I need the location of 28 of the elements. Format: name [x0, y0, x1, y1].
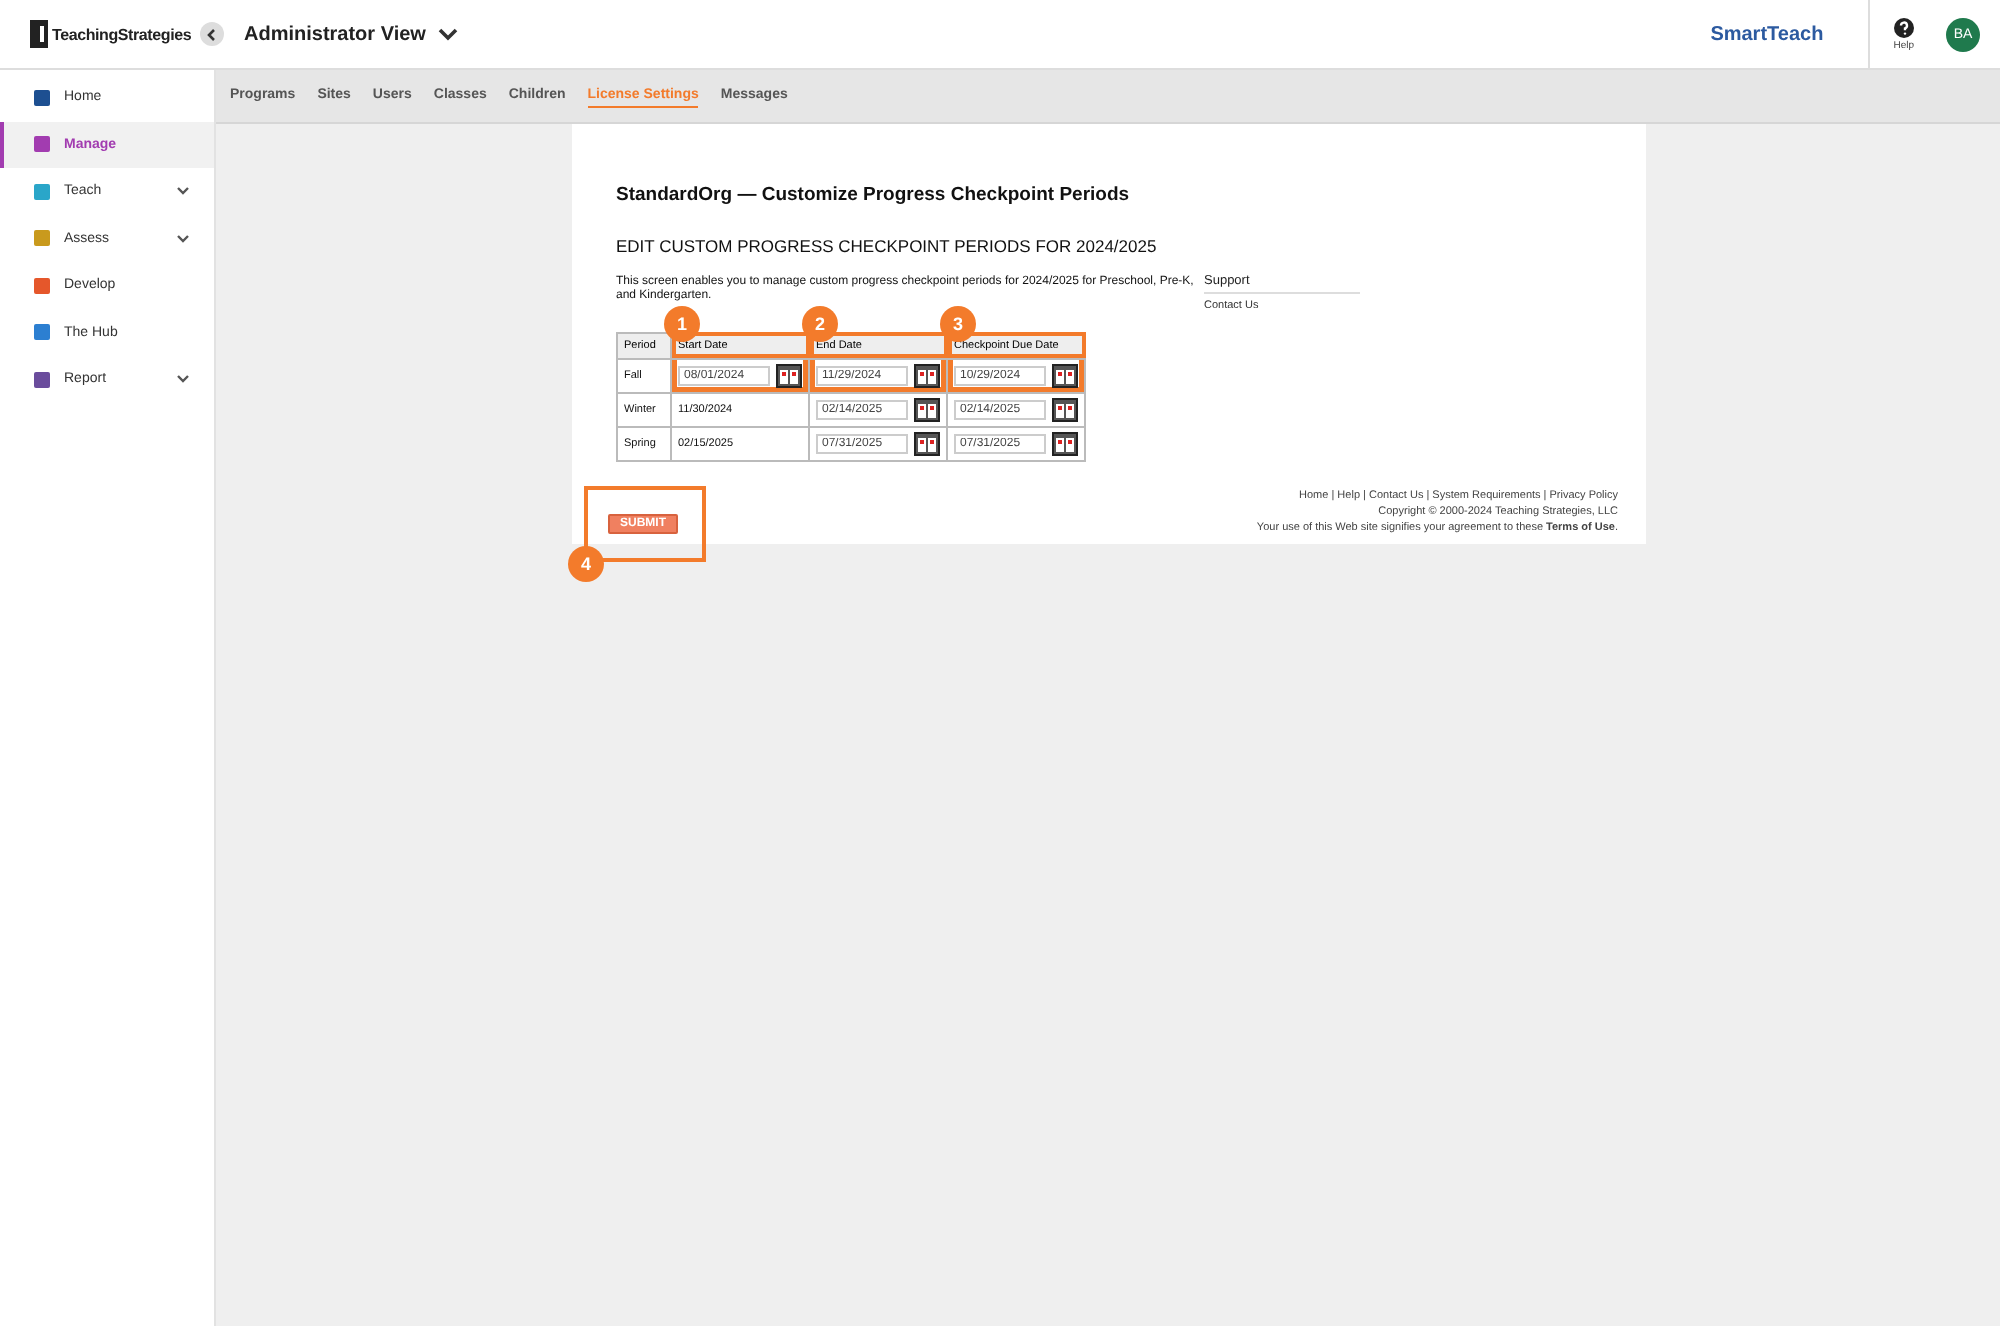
brand-name: TeachingStrategies — [52, 25, 192, 43]
collapse-sidebar-button[interactable] — [200, 22, 224, 46]
calendar-icon[interactable] — [1052, 397, 1078, 422]
calendar-icon[interactable] — [1052, 363, 1078, 388]
callout-badge: 1 — [664, 305, 700, 342]
calendar-icon[interactable] — [914, 431, 940, 456]
chevron-left-icon — [206, 27, 218, 41]
callout-badge: 4 — [568, 545, 604, 582]
chevron-down-icon[interactable] — [437, 27, 458, 41]
nav-icon — [34, 324, 50, 341]
callout-badge: 2 — [802, 305, 838, 342]
product-logo: SmartTeach — [1710, 23, 1824, 45]
nav-icon — [34, 89, 50, 106]
nav-icon — [34, 183, 50, 200]
calendar-icon[interactable] — [914, 397, 940, 422]
help-icon — [1893, 17, 1914, 37]
view-title: Administrator View — [244, 23, 426, 45]
calendar-icon[interactable] — [914, 363, 940, 388]
calendar-icon[interactable] — [776, 363, 802, 388]
page-title: StandardOrg — Customize Progress Checkpoint Periods — [616, 184, 1132, 206]
nav-icon — [34, 230, 50, 247]
callout-badge: 3 — [940, 305, 976, 342]
logo-icon — [30, 20, 48, 48]
page-subtitle: EDIT CUSTOM PROGRESS CHECKPOINT PERIODS FOR 2024/2025 — [616, 236, 1159, 256]
calendar-icon[interactable] — [1052, 431, 1078, 456]
nav-icon — [34, 136, 50, 153]
nav-icon — [34, 277, 50, 294]
nav-icon — [34, 371, 50, 388]
